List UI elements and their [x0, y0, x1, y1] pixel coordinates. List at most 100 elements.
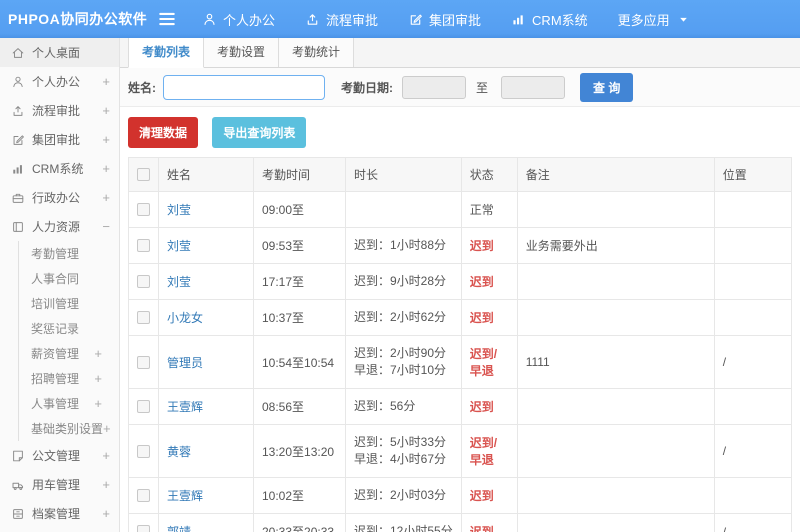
sidebar-item-archive-mgmt[interactable]: 档案管理 +: [0, 499, 119, 528]
employee-name-link[interactable]: 管理员: [167, 356, 203, 370]
sidebar-item-document-mgmt[interactable]: 公文管理 +: [0, 441, 119, 470]
location-cell: /: [713, 335, 793, 389]
note-cell: [516, 424, 715, 478]
sidebar-item-personnel-contract[interactable]: 人事合同: [19, 266, 119, 291]
expand-plus-icon[interactable]: +: [102, 133, 110, 146]
row-checkbox[interactable]: [137, 489, 150, 502]
row-select-cell: [128, 477, 159, 514]
sidebar-item-salary-mgmt[interactable]: 薪资管理 +: [19, 341, 119, 366]
expand-plus-icon[interactable]: +: [102, 507, 110, 520]
tab-attendance-settings[interactable]: 考勤设置: [204, 38, 280, 67]
row-checkbox[interactable]: [137, 203, 150, 216]
menu-icon[interactable]: [158, 11, 176, 27]
archive-icon: [11, 507, 25, 521]
sidebar-item-label: 个人桌面: [32, 46, 81, 60]
date-from-input[interactable]: [402, 75, 466, 99]
column-header: 备注: [516, 157, 715, 192]
employee-name-link[interactable]: 小龙女: [167, 311, 203, 325]
location-cell: [713, 299, 793, 336]
clear-data-button[interactable]: 清理数据: [128, 117, 199, 148]
employee-name-link[interactable]: 刘莹: [167, 203, 191, 217]
status-cell: 迟到: [460, 477, 518, 514]
app-logo[interactable]: PHPOA协同办公软件: [0, 9, 158, 29]
sidebar-item-reward-punish-records[interactable]: 奖惩记录: [19, 316, 119, 341]
sidebar-item-human-resources[interactable]: 人力资源 −: [0, 212, 119, 241]
tab-strip: 考勤列表 考勤设置 考勤统计: [120, 38, 800, 68]
row-select-cell: [128, 388, 159, 425]
note-cell: [516, 388, 715, 425]
location-cell: /: [713, 424, 793, 478]
sidebar-item-crm-system[interactable]: CRM系统 +: [0, 154, 119, 183]
column-header: 姓名: [158, 157, 254, 192]
row-checkbox[interactable]: [137, 275, 150, 288]
duration-cell: [345, 191, 462, 228]
tab-attendance-list[interactable]: 考勤列表: [128, 38, 205, 68]
sidebar-item-project-mgmt[interactable]: 项目管理+: [0, 528, 119, 532]
location-cell: [713, 477, 793, 514]
row-checkbox[interactable]: [137, 525, 150, 532]
expand-plus-icon[interactable]: +: [102, 478, 110, 491]
nav-item-process-approval[interactable]: 流程审批: [305, 10, 378, 29]
user-icon: [202, 12, 217, 27]
expand-plus-icon[interactable]: +: [94, 347, 110, 360]
employee-name-link[interactable]: 刘莹: [167, 275, 191, 289]
sidebar-item-recruitment-mgmt[interactable]: 招聘管理 +: [19, 366, 119, 391]
expand-plus-icon[interactable]: +: [102, 191, 110, 204]
row-checkbox[interactable]: [137, 239, 150, 252]
sidebar-item-personal-desktop[interactable]: 个人桌面: [0, 38, 119, 67]
sidebar-item-process-approval[interactable]: 流程审批 +: [0, 96, 119, 125]
briefcase-icon: [11, 191, 25, 205]
sidebar-item-group-approval[interactable]: 集团审批 +: [0, 125, 119, 154]
table-header-row: 姓名 考勤时间 时长 状态 备注 位置: [128, 157, 793, 192]
select-all-checkbox[interactable]: [137, 168, 150, 181]
duration-cell: 迟到：2小时90分 早退：7小时10分: [345, 335, 462, 389]
date-to-input[interactable]: [501, 75, 566, 99]
nav-item-personal-office[interactable]: 个人办公: [202, 10, 275, 29]
expand-plus-icon[interactable]: +: [102, 104, 110, 117]
expand-plus-icon[interactable]: +: [103, 422, 119, 435]
status-cell: 迟到: [460, 299, 518, 336]
row-checkbox[interactable]: [137, 400, 150, 413]
location-cell: [713, 388, 793, 425]
note-cell: [516, 263, 715, 300]
export-list-button[interactable]: 导出查询列表: [212, 117, 307, 148]
employee-name-cell: 黄蓉: [158, 424, 254, 478]
expand-plus-icon[interactable]: +: [102, 75, 110, 88]
nav-item-group-approval[interactable]: 集团审批: [408, 10, 481, 29]
column-header: 状态: [460, 157, 518, 192]
attendance-table: 姓名 考勤时间 时长 状态 备注 位置 刘莹 09:00至 正常 刘莹 09:53至 迟到：1小时8…: [128, 157, 793, 532]
location-cell: [713, 227, 793, 264]
nav-item-crm-system[interactable]: CRM系统: [511, 10, 588, 29]
employee-name-link[interactable]: 王壹辉: [167, 400, 203, 414]
expand-plus-icon[interactable]: +: [94, 397, 110, 410]
row-checkbox[interactable]: [137, 444, 150, 458]
tab-attendance-stats[interactable]: 考勤统计: [279, 38, 355, 67]
table-container: 姓名 考勤时间 时长 状态 备注 位置 刘莹 09:00至 正常 刘莹 09:53至 迟到：1小时8…: [120, 157, 800, 532]
nav-item-more-apps[interactable]: 更多应用: [618, 10, 691, 29]
row-checkbox[interactable]: [137, 355, 150, 369]
employee-name-link[interactable]: 刘莹: [167, 239, 191, 253]
sidebar-item-personnel-mgmt[interactable]: 人事管理 +: [19, 391, 119, 416]
sidebar-item-attendance-mgmt[interactable]: 考勤管理: [19, 241, 119, 266]
location-cell: /: [713, 513, 793, 532]
row-checkbox[interactable]: [137, 311, 150, 324]
table-row: 王壹辉 10:02至 迟到：2小时03分 迟到: [128, 477, 793, 514]
expand-plus-icon[interactable]: +: [94, 372, 110, 385]
expand-plus-icon[interactable]: +: [102, 162, 110, 175]
collapse-minus-icon[interactable]: −: [102, 220, 110, 233]
employee-name-link[interactable]: 王壹辉: [167, 489, 203, 503]
sidebar-item-personal-office[interactable]: 个人办公 +: [0, 67, 119, 96]
duration-cell: 迟到：56分: [345, 388, 462, 425]
sidebar-item-training-mgmt[interactable]: 培训管理: [19, 291, 119, 316]
attendance-time-cell: 10:54至10:54: [253, 335, 346, 389]
expand-plus-icon[interactable]: +: [102, 449, 110, 462]
row-select-cell: [128, 424, 159, 478]
name-input[interactable]: [163, 74, 325, 100]
sidebar-item-admin-office[interactable]: 行政办公 +: [0, 183, 119, 212]
sidebar-item-base-category-settings[interactable]: 基础类别设置 +: [19, 416, 119, 441]
sidebar-item-vehicle-mgmt[interactable]: 用车管理 +: [0, 470, 119, 499]
sidebar-item-label: 人事管理: [31, 397, 80, 411]
search-button[interactable]: 查 询: [580, 72, 634, 102]
employee-name-link[interactable]: 郭靖: [167, 525, 191, 532]
employee-name-link[interactable]: 黄蓉: [167, 445, 191, 459]
